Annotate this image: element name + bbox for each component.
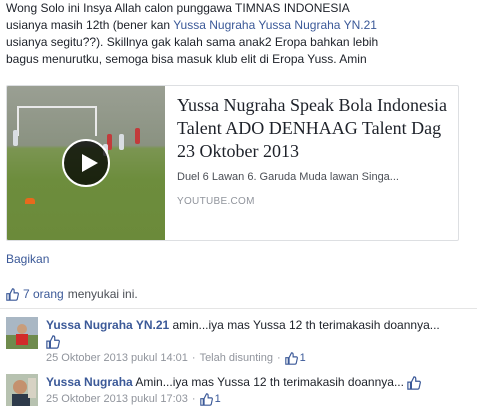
avatar[interactable] — [6, 374, 38, 406]
share-button[interactable]: Bagikan — [6, 252, 49, 266]
post-line-4: bagus menurutku, semoga bisa masuk klub … — [6, 52, 367, 66]
video-thumbnail[interactable] — [7, 86, 165, 240]
comment-body: Yussa Nugraha YN.21 amin...iya mas Yussa… — [46, 317, 476, 365]
post-text: Wong Solo ini Insya Allah calon punggawa… — [6, 0, 472, 68]
card-domain: YOUTUBE.COM — [177, 196, 255, 207]
thumbs-up-icon — [199, 392, 213, 406]
likes-summary: 7 orang menyukai ini. — [6, 287, 138, 301]
comment-text: Amin...iya mas Yussa 12 th terimakasih d… — [132, 375, 404, 389]
play-button[interactable] — [62, 139, 110, 187]
comment-item: Yussa Nugraha Amin...iya mas Yussa 12 th… — [6, 374, 472, 407]
comment-body: Yussa Nugraha Amin...iya mas Yussa 12 th… — [46, 374, 476, 406]
edited-label[interactable]: Telah disunting — [200, 351, 273, 365]
avatar-image — [6, 317, 38, 349]
comment-like-icon[interactable] — [46, 335, 60, 349]
meta-separator: · — [276, 352, 281, 364]
player-figure — [13, 130, 18, 146]
comment-author[interactable]: Yussa Nugraha YN.21 — [46, 318, 169, 332]
comment-meta: 25 Oktober 2013 pukul 17:03 · 1 — [46, 392, 476, 406]
comment-item: Yussa Nugraha YN.21 amin...iya mas Yussa… — [6, 317, 472, 367]
meta-separator: · — [191, 352, 196, 364]
likes-count-link[interactable]: 7 orang — [23, 287, 64, 301]
mention-yussa-nugraha-yn21[interactable]: Yussa Nugraha YN.21 — [258, 18, 377, 32]
comment-content: Yussa Nugraha YN.21 amin...iya mas Yussa… — [46, 317, 476, 333]
avatar-image — [6, 374, 38, 406]
comment-text: amin...iya mas Yussa 12 th terimakasih d… — [169, 318, 440, 332]
comment-like-icon[interactable] — [407, 376, 422, 390]
play-icon — [82, 154, 98, 172]
thumbs-up-icon — [284, 351, 298, 365]
post-line-3: usianya segitu??). Skillnya gak kalah sa… — [6, 35, 379, 49]
training-cone — [25, 198, 35, 204]
post-line-2: usianya masih 12th (bener kan Yussa Nugr… — [6, 17, 472, 34]
player-figure — [119, 134, 124, 150]
shared-video-card[interactable]: Yussa Nugraha Speak Bola Indonesia Talen… — [6, 85, 459, 241]
comment-timestamp[interactable]: 25 Oktober 2013 pukul 17:03 — [46, 392, 188, 406]
post-line-1: Wong Solo ini Insya Allah calon punggawa… — [6, 1, 350, 15]
comment-timestamp[interactable]: 25 Oktober 2013 pukul 14:01 — [46, 351, 188, 365]
player-figure — [135, 128, 140, 144]
comments-divider — [0, 308, 477, 309]
comment-content: Yussa Nugraha Amin...iya mas Yussa 12 th… — [46, 374, 476, 390]
mention-yussa-nugraha[interactable]: Yussa Nugraha — [173, 18, 255, 32]
comment-author[interactable]: Yussa Nugraha — [46, 375, 133, 389]
likes-text: menyukai ini. — [67, 287, 138, 301]
post-line-2-text: usianya masih 12th (bener kan — [6, 18, 174, 32]
meta-separator: · — [191, 393, 196, 405]
avatar[interactable] — [6, 317, 38, 349]
goal-post — [17, 106, 97, 136]
comment-meta: 25 Oktober 2013 pukul 14:01 · Telah disu… — [46, 351, 476, 365]
thumbs-up-icon — [6, 287, 19, 301]
comment-like-row — [46, 333, 476, 349]
card-title[interactable]: Yussa Nugraha Speak Bola Indonesia Talen… — [177, 94, 453, 163]
card-description: Duel 6 Lawan 6. Garuda Muda lawan Singa.… — [177, 171, 399, 183]
card-body: Yussa Nugraha Speak Bola Indonesia Talen… — [177, 94, 453, 208]
comment-like-count[interactable]: 1 — [215, 392, 221, 406]
comment-like-count[interactable]: 1 — [300, 351, 306, 365]
